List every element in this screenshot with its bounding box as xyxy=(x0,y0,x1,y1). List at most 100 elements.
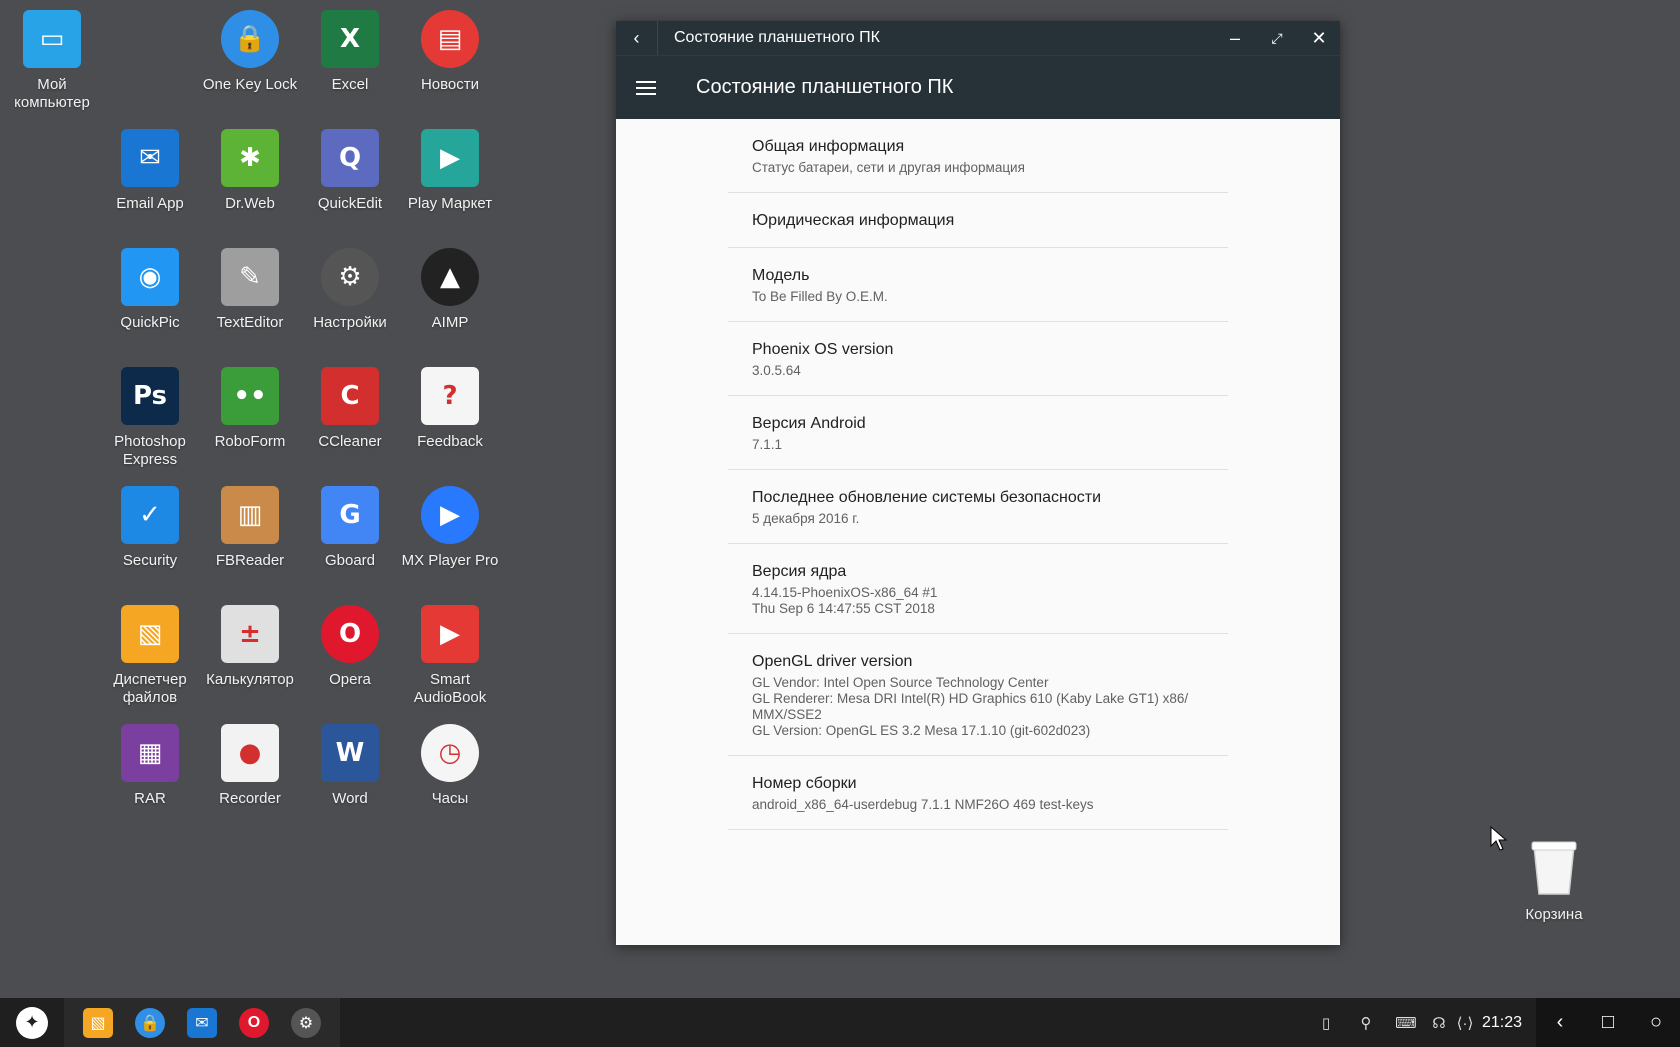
tray-search-button[interactable]: ⚲ xyxy=(1346,998,1386,1047)
item-summary: android_x86_64-userdebug 7.1.1 NMF26O 46… xyxy=(752,797,1094,812)
file-manager-icon: ▧ xyxy=(83,1007,113,1038)
settings-list-item[interactable]: OpenGL driver version GL Vendor: Intel Op… xyxy=(728,634,1228,756)
settings-icon: ⚙ xyxy=(291,1007,321,1038)
settings-list-item[interactable]: Версия ядра 4.14.15-PhoenixOS-x86_64 #1 T… xyxy=(728,544,1228,634)
desktop-app-computer[interactable]: ▭ Мой компьютер xyxy=(0,10,104,112)
nav-back-icon: ‹ xyxy=(1556,1011,1564,1033)
desktop-app-label: AIMP xyxy=(431,314,469,331)
desktop-app-email[interactable]: ✉ Email App xyxy=(98,129,202,213)
desktop-app-calculator[interactable]: ± Калькулятор xyxy=(198,605,302,689)
trash[interactable]: Корзина xyxy=(1502,840,1606,924)
menu-button[interactable] xyxy=(616,56,676,120)
item-title: Модель xyxy=(752,267,810,284)
desktop-app-ccleaner[interactable]: C CCleaner xyxy=(298,367,402,451)
hamburger-icon xyxy=(636,80,656,95)
desktop-app-text-editor[interactable]: ✎ TextEditor xyxy=(198,248,302,332)
settings-list-item[interactable]: Номер сборки android_x86_64-userdebug 7.1… xyxy=(728,756,1228,830)
taskbar-app-opera[interactable]: O xyxy=(228,998,280,1047)
close-button[interactable]: ✕ xyxy=(1298,21,1340,55)
item-summary: 7.1.1 xyxy=(752,437,783,452)
item-title: OpenGL driver version xyxy=(752,653,913,670)
maximize-icon: ⤢ xyxy=(1271,29,1283,46)
desktop-app-rar[interactable]: ▦ RAR xyxy=(98,724,202,808)
app-bar: Состояние планшетного ПК xyxy=(616,55,1340,119)
start-button[interactable]: ✦ xyxy=(0,998,64,1047)
word-icon: W xyxy=(321,724,379,782)
rar-icon: ▦ xyxy=(121,724,179,782)
desktop-app-aimp[interactable]: ▲ AIMP xyxy=(398,248,502,332)
feedback-icon: ? xyxy=(421,367,479,425)
clock-icon: ◷ xyxy=(421,724,479,782)
trash-label: Корзина xyxy=(1525,906,1583,923)
desktop-app-fbreader[interactable]: ▥ FBReader xyxy=(198,486,302,570)
clock[interactable]: 21:23 xyxy=(1482,1014,1522,1032)
desktop-app-recorder[interactable]: ● Recorder xyxy=(198,724,302,808)
window-title: Состояние планшетного ПК xyxy=(674,29,880,46)
desktop-app-gboard[interactable]: G Gboard xyxy=(298,486,402,570)
computer-icon: ▭ xyxy=(23,10,81,68)
desktop-app-shield[interactable]: ✓ Security xyxy=(98,486,202,570)
item-summary: GL Vendor: Intel Open Source Technology … xyxy=(752,675,1189,738)
desktop-app-excel[interactable]: X Excel xyxy=(298,10,402,94)
tray-headphones-button[interactable]: ☊ xyxy=(1426,998,1452,1047)
roboform-icon: •• xyxy=(221,367,279,425)
settings-list-item[interactable]: Последнее обновление системы безопасност… xyxy=(728,470,1228,544)
settings-list-item[interactable]: Модель To Be Filled By O.E.M. xyxy=(728,248,1228,322)
settings-list-item[interactable]: Юридическая информация xyxy=(728,193,1228,248)
desktop-app-news[interactable]: ▤ Новости xyxy=(398,10,502,94)
excel-icon: X xyxy=(321,10,379,68)
desktop-app-word[interactable]: W Word xyxy=(298,724,402,808)
item-title: Номер сборки xyxy=(752,775,857,792)
tray-network-button[interactable]: ⟨·⟩ xyxy=(1452,998,1478,1047)
email-icon: ✉ xyxy=(187,1007,217,1038)
settings-list-item[interactable]: Версия Android 7.1.1 xyxy=(728,396,1228,470)
desktop-app-file-manager[interactable]: ▧ Диспетчер файлов xyxy=(98,605,202,707)
item-summary: 5 декабря 2016 г. xyxy=(752,511,860,526)
nav-home-button[interactable]: ○ xyxy=(1632,998,1680,1047)
taskbar-app-lock[interactable]: 🔒 xyxy=(124,998,176,1047)
desktop-app-quickpic[interactable]: ◉ QuickPic xyxy=(98,248,202,332)
tray-keyboard-button[interactable]: ⌨ xyxy=(1386,998,1426,1047)
desktop-app-roboform[interactable]: •• RoboForm xyxy=(198,367,302,451)
desktop-app-label: Gboard xyxy=(324,552,376,569)
taskbar-app-email[interactable]: ✉ xyxy=(176,998,228,1047)
settings-list-item[interactable]: Общая информация Статус батареи, сети и д… xyxy=(728,119,1228,193)
settings-list: Общая информация Статус батареи, сети и д… xyxy=(728,119,1228,830)
desktop-app-play-market[interactable]: ▶ Play Маркет xyxy=(398,129,502,213)
tray-lock-button[interactable]: ▯ xyxy=(1306,998,1346,1047)
circle-icon: ○ xyxy=(1649,1011,1663,1033)
desktop-app-mx-player[interactable]: ▶ MX Player Pro xyxy=(398,486,502,570)
taskbar-app-settings[interactable]: ⚙ xyxy=(280,998,332,1047)
maximize-button[interactable]: ⤢ xyxy=(1256,21,1298,55)
desktop-app-clock[interactable]: ◷ Часы xyxy=(398,724,502,808)
desktop-app-drweb[interactable]: ✱ Dr.Web xyxy=(198,129,302,213)
shield-icon: ✓ xyxy=(121,486,179,544)
quickedit-icon: Q xyxy=(321,129,379,187)
taskbar: ✦ ▧ 🔒 ✉ O ⚙ ▯ ⚲ ⌨ ☊ ⟨·⟩ 21:23 ‹ □ ○ xyxy=(0,998,1680,1047)
desktop-app-photoshop[interactable]: Ps Photoshop Express xyxy=(98,367,202,469)
desktop-app-label: Excel xyxy=(331,76,369,93)
desktop-app-settings[interactable]: ⚙ Настройки xyxy=(298,248,402,332)
nav-recents-button[interactable]: □ xyxy=(1584,998,1632,1047)
gboard-icon: G xyxy=(321,486,379,544)
minimize-button[interactable]: – xyxy=(1214,21,1256,55)
desktop-app-feedback[interactable]: ? Feedback xyxy=(398,367,502,451)
item-summary: 3.0.5.64 xyxy=(752,363,801,378)
desktop-app-audiobook[interactable]: ▶ Smart AudioBook xyxy=(398,605,502,707)
desktop-app-lock[interactable]: 🔒 One Key Lock xyxy=(198,10,302,94)
desktop-app-label: MX Player Pro xyxy=(401,552,499,569)
email-icon: ✉ xyxy=(121,129,179,187)
settings-list-item[interactable]: Phoenix OS version 3.0.5.64 xyxy=(728,322,1228,396)
nav-back-button[interactable]: ‹ xyxy=(1536,998,1584,1047)
ccleaner-icon: C xyxy=(321,367,379,425)
desktop-app-opera[interactable]: O Opera xyxy=(298,605,402,689)
audiobook-icon: ▶ xyxy=(421,605,479,663)
desktop-app-label: Security xyxy=(122,552,178,569)
phoenix-logo-icon: ✦ xyxy=(16,1006,48,1039)
taskbar-app-file-manager[interactable]: ▧ xyxy=(72,998,124,1047)
desktop-app-quickedit[interactable]: Q QuickEdit xyxy=(298,129,402,213)
opera-icon: O xyxy=(239,1007,269,1038)
window-titlebar[interactable]: ‹ Состояние планшетного ПК – ⤢ ✕ xyxy=(616,21,1340,55)
desktop-app-label: QuickEdit xyxy=(317,195,383,212)
back-button[interactable]: ‹ xyxy=(616,21,658,55)
